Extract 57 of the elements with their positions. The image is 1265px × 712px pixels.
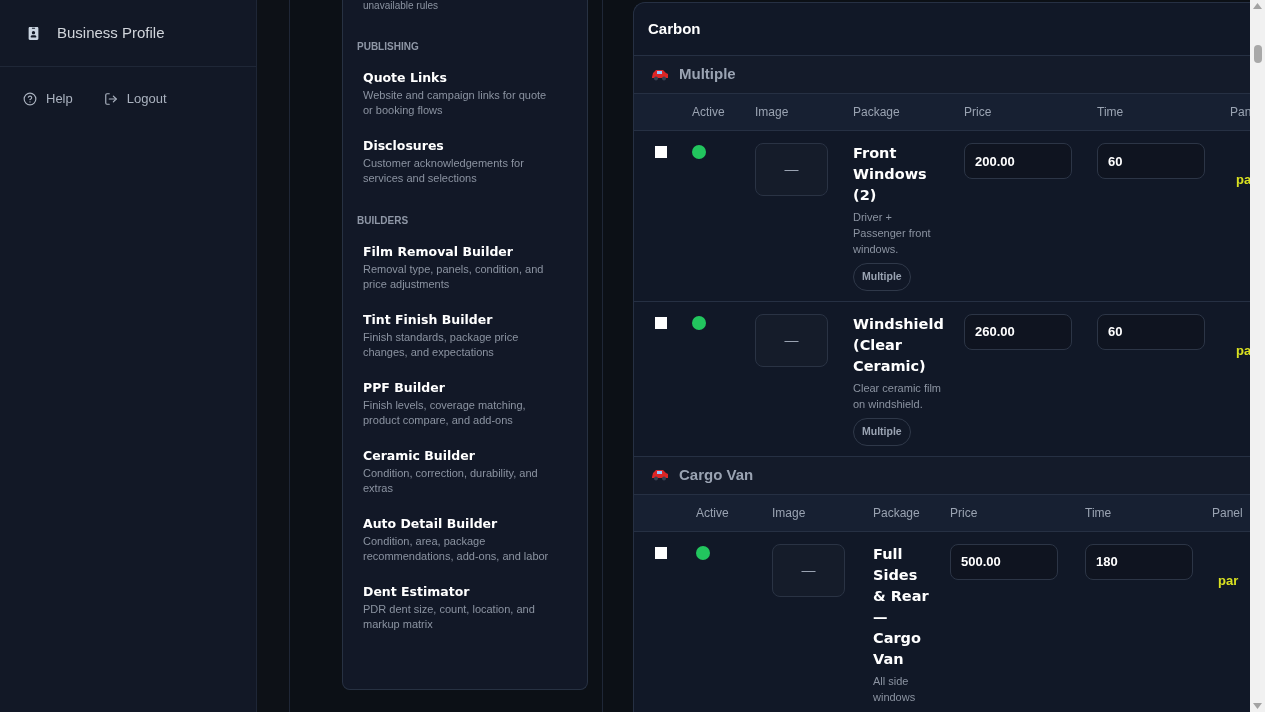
car-icon xyxy=(651,68,669,81)
column-header: Price xyxy=(950,504,979,522)
time-field[interactable]: 60 xyxy=(1097,143,1205,179)
image-placeholder[interactable]: — xyxy=(772,543,845,597)
sidebar-item[interactable]: Business Profile xyxy=(27,21,165,45)
column-header: Panel xyxy=(1212,504,1244,522)
panels-value: par xyxy=(1218,572,1239,588)
column-header: Pan xyxy=(1230,104,1250,121)
package-name: Full Sides & Rear — Cargo Van xyxy=(873,544,930,669)
group-title: Multiple xyxy=(679,64,736,85)
badge-icon xyxy=(27,26,40,40)
column-header: Package xyxy=(873,504,921,522)
nav-item[interactable]: Dent Estimator PDR dent size, count, location, and markup matrix xyxy=(357,584,573,632)
logout-icon xyxy=(103,91,118,106)
price-field[interactable]: 200.00 xyxy=(964,143,1072,179)
price-field[interactable]: 500.00 xyxy=(950,543,1058,580)
price-field[interactable]: 260.00 xyxy=(964,313,1072,350)
column-header: Active xyxy=(696,504,730,522)
row-checkbox[interactable] xyxy=(655,546,667,559)
footer-link[interactable]: Logout xyxy=(103,89,167,109)
scrollbar[interactable] xyxy=(1250,0,1265,712)
package-description: Clear ceramic film on windshield. xyxy=(853,380,941,412)
section-heading: BUILDERS xyxy=(357,214,410,228)
nav-item[interactable]: Quote Links Website and campaign links for quote or booking flows xyxy=(357,70,573,118)
group-title: Cargo Van xyxy=(679,464,754,485)
package-description: Driver + Passenger front windows. xyxy=(853,210,932,257)
column-header: Package xyxy=(853,104,901,121)
package-name: Front Windows (2) xyxy=(853,144,928,205)
column-header: Price xyxy=(964,104,993,121)
column-header: Time xyxy=(1097,104,1125,121)
scroll-up-icon[interactable] xyxy=(1253,3,1262,9)
image-placeholder[interactable]: — xyxy=(755,313,828,367)
nav-item[interactable]: PPF Builder Finish levels, coverage matching, product compare, and add-ons xyxy=(357,380,573,428)
footer-link[interactable]: Help xyxy=(23,89,73,109)
row-checkbox[interactable] xyxy=(655,146,667,158)
row-checkbox[interactable] xyxy=(655,316,667,329)
nav-item[interactable]: Tint Finish Builder Finish standards, package price changes, and expectations xyxy=(357,312,573,360)
column-header: Image xyxy=(755,104,790,121)
scroll-thumb[interactable] xyxy=(1253,45,1262,63)
help-icon xyxy=(23,91,37,106)
column-header: Time xyxy=(1085,504,1113,522)
section-heading: PUBLISHING xyxy=(357,40,420,54)
time-field[interactable]: 180 xyxy=(1085,543,1193,580)
scroll-down-icon[interactable] xyxy=(1253,703,1262,709)
nav-item-description: unavailable rules xyxy=(362,0,440,12)
panel-title: Carbon xyxy=(648,18,701,39)
package-description: All side windows xyxy=(873,673,917,705)
nav-item[interactable]: Disclosures Customer acknowledgements for services and selections xyxy=(357,138,573,186)
nav-item[interactable]: Auto Detail Builder Condition, area, package recommendations, add-ons, and labor xyxy=(357,516,573,564)
nav-item[interactable]: Ceramic Builder Condition, correction, durability, and extras xyxy=(357,448,573,496)
nav-item[interactable]: Film Removal Builder Removal type, panels, condition, and price adjustments xyxy=(357,244,573,292)
image-placeholder[interactable]: — xyxy=(755,143,828,196)
car-icon xyxy=(651,469,669,481)
time-field[interactable]: 60 xyxy=(1097,313,1205,350)
package-name: Windshield (Clear Ceramic) xyxy=(853,314,945,376)
column-header: Image xyxy=(772,504,807,522)
column-header: Active xyxy=(692,104,726,121)
